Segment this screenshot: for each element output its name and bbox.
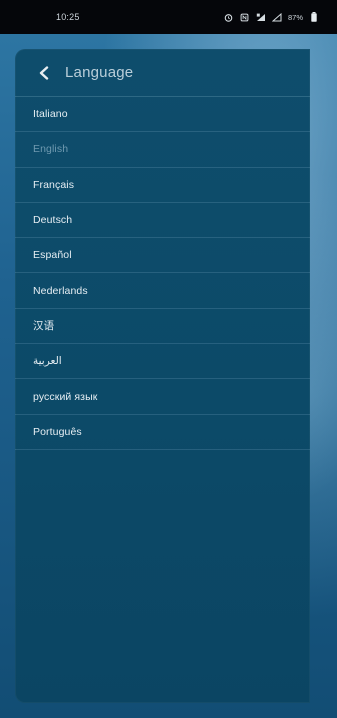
status-bar: 10:25 87% [0, 0, 337, 34]
nfc-icon [240, 12, 250, 22]
language-item-espanol[interactable]: Español [15, 238, 310, 274]
chevron-left-icon[interactable] [33, 62, 55, 84]
language-label: English [33, 143, 69, 156]
language-item-portugues[interactable]: Português [15, 415, 310, 450]
signal-icon [256, 12, 266, 22]
language-label: Français [33, 178, 75, 191]
language-item-italiano[interactable]: Italiano [15, 97, 310, 133]
language-drawer: Language Italiano English Français Deuts… [15, 49, 310, 703]
language-label: Português [33, 425, 82, 438]
language-item-francais[interactable]: Français [15, 168, 310, 203]
page-title: Language [65, 64, 134, 81]
alarm-icon [224, 12, 234, 22]
language-label: 汉语 [33, 320, 55, 333]
drawer-header: Language [15, 49, 310, 97]
status-time: 10:25 [56, 12, 80, 22]
language-item-nederlands[interactable]: Nederlands [15, 273, 310, 309]
language-item-deutsch[interactable]: Deutsch [15, 203, 310, 239]
language-list: Italiano English Français Deutsch Españo… [15, 97, 310, 450]
language-item-russian[interactable]: русский язык [15, 379, 310, 415]
wifi-signal-icon [271, 12, 282, 22]
language-item-arabic[interactable]: العربية [15, 344, 310, 380]
language-label: Nederlands [33, 284, 88, 297]
status-icons: 87% [224, 12, 319, 22]
battery-percentage: 87% [287, 12, 303, 22]
battery-icon [309, 12, 319, 22]
language-item-chinese[interactable]: 汉语 [15, 309, 310, 345]
language-label: Deutsch [33, 214, 73, 227]
language-label: Español [33, 249, 72, 262]
language-label: русский язык [33, 390, 98, 403]
language-label: Italiano [33, 108, 68, 121]
language-label: العربية [33, 355, 62, 368]
language-item-english[interactable]: English [15, 132, 310, 168]
